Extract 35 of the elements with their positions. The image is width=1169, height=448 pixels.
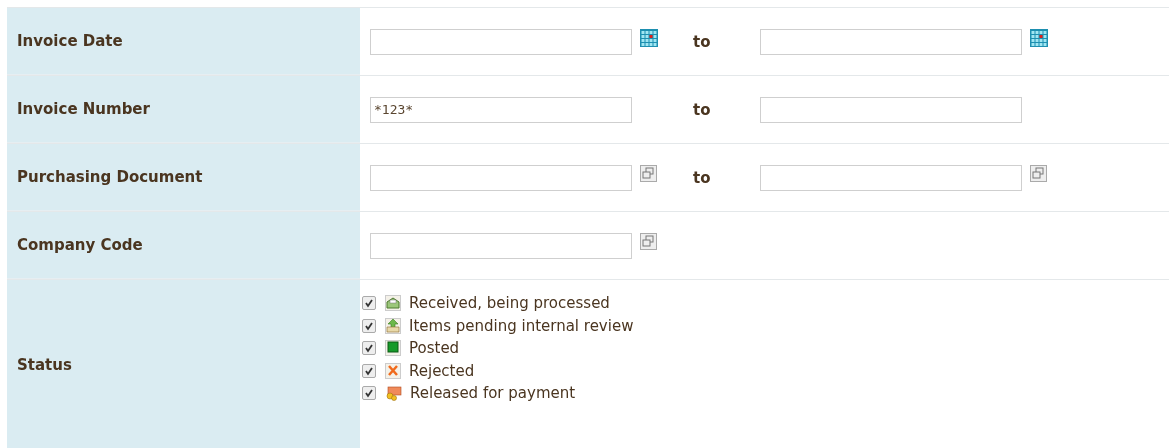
calendar-icon[interactable] [1030,28,1048,47]
text-field[interactable] [760,164,1022,191]
status-label: Rejected [409,361,475,380]
status-label: Received, being processed [409,294,610,313]
calendar-icon[interactable] [640,28,658,47]
checkbox[interactable] [362,386,376,401]
field-label: Invoice Date [17,32,123,50]
money-icon [385,385,402,401]
text-field[interactable] [370,28,632,55]
checkbox[interactable] [362,363,376,378]
checkbox[interactable] [362,341,376,356]
field-label: Company Code [17,236,143,254]
lookup-icon[interactable] [640,164,657,182]
text-field[interactable] [760,28,1022,55]
checkbox[interactable] [362,296,376,311]
lookup-icon[interactable] [1030,164,1047,182]
text-field[interactable]: *123* [370,96,632,123]
text-field[interactable] [760,96,1022,123]
range-separator: to [693,32,712,51]
checkbox[interactable] [362,318,376,333]
range-separator: to [693,100,712,119]
envelope-icon [385,295,401,312]
status-label: Posted [409,339,460,358]
field-label: Purchasing Document [17,168,203,186]
text-field[interactable] [370,232,632,259]
cross-icon [385,362,401,379]
square-icon [385,340,401,357]
text-field[interactable] [370,164,632,191]
field-label: Invoice Number [17,100,150,118]
range-separator: to [693,168,712,187]
upload-icon [385,317,401,334]
status-label: Items pending internal review [409,316,634,335]
status-label: Released for payment [410,384,576,403]
lookup-icon[interactable] [640,232,657,250]
field-label: Status [17,355,72,374]
